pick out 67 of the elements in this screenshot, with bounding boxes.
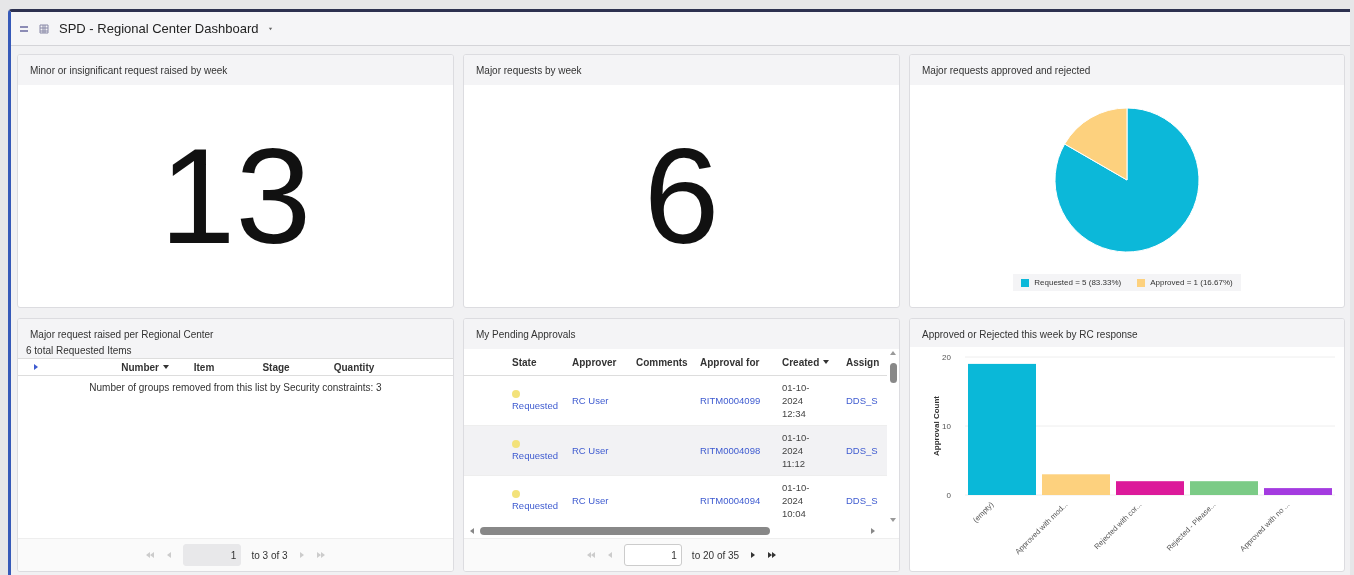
bar[interactable] bbox=[1042, 474, 1110, 495]
record-link[interactable]: RITM0004099 bbox=[700, 395, 782, 406]
first-page-icon[interactable] bbox=[145, 551, 156, 559]
bar[interactable] bbox=[1190, 481, 1258, 495]
score-value: 13 bbox=[159, 128, 312, 264]
scroll-thumb[interactable] bbox=[480, 527, 770, 535]
y-tick-label: 0 bbox=[946, 491, 951, 500]
score-value: 6 bbox=[643, 128, 720, 264]
previous-page-icon[interactable] bbox=[165, 551, 174, 559]
widget-title: Minor or insignificant request raised by week bbox=[30, 65, 228, 76]
info-message: Number of groups removed from this list by Security constraints: 3 bbox=[89, 382, 382, 393]
page-range: to 3 of 3 bbox=[251, 549, 288, 561]
column-header[interactable]: Number bbox=[121, 361, 170, 373]
column-header[interactable]: Quantity bbox=[333, 361, 375, 373]
menu-icon[interactable] bbox=[19, 24, 29, 33]
scroll-right-icon[interactable] bbox=[869, 527, 877, 535]
assignee-link[interactable]: DDS_S bbox=[846, 495, 884, 506]
dropdown-icon[interactable] bbox=[268, 26, 274, 31]
record-link[interactable]: RITM0004094 bbox=[700, 495, 782, 506]
pie-slice[interactable] bbox=[1064, 107, 1128, 180]
pie-slice[interactable] bbox=[1054, 107, 1200, 252]
column-header[interactable]: Item bbox=[193, 361, 215, 373]
state-link[interactable]: Requested bbox=[512, 450, 572, 461]
first-page-icon[interactable] bbox=[585, 551, 596, 559]
widget-title: My Pending Approvals bbox=[476, 329, 576, 340]
table-cell-text: 01-10-2024 11:12 bbox=[782, 431, 811, 470]
scroll-left-icon[interactable] bbox=[468, 527, 476, 535]
assignee-link[interactable]: DDS_S bbox=[846, 445, 884, 456]
approver-link[interactable]: RC User bbox=[572, 495, 636, 506]
table-cell-text: 01-10-2024 10:04 bbox=[782, 481, 811, 520]
dashboard-icon[interactable] bbox=[39, 23, 49, 34]
bar[interactable] bbox=[1116, 481, 1184, 495]
legend-label[interactable]: Approved = 1 (16.67%) bbox=[1150, 278, 1233, 287]
column-header[interactable]: State bbox=[512, 356, 537, 368]
page-field[interactable]: 1 bbox=[623, 544, 682, 566]
widget-title: Major requests approved and rejected bbox=[922, 65, 1091, 76]
state-link[interactable]: Requested bbox=[512, 400, 572, 411]
bar[interactable] bbox=[1264, 488, 1332, 495]
column-header[interactable]: Comments bbox=[636, 356, 688, 368]
widget-title: Major request raised per Regional Center bbox=[30, 329, 214, 340]
legend-label[interactable]: Requested = 5 (83.33%) bbox=[1034, 278, 1122, 287]
y-tick-label: 10 bbox=[942, 422, 951, 431]
dashboard-title: SPD - Regional Center Dashboard bbox=[59, 21, 259, 36]
table-cell-text: 01-10-2024 12:34 bbox=[782, 381, 811, 420]
y-tick-label: 20 bbox=[942, 353, 951, 362]
widget-title: Major requests by week bbox=[476, 65, 582, 76]
column-header[interactable]: Stage bbox=[262, 361, 290, 373]
widget-title: Approved or Rejected this week by RC response bbox=[922, 329, 1138, 340]
assignee-link[interactable]: DDS_S bbox=[846, 395, 884, 406]
record-link[interactable]: RITM0004098 bbox=[700, 445, 782, 456]
approver-link[interactable]: RC User bbox=[572, 445, 636, 456]
sort-icon bbox=[822, 358, 831, 366]
column-header[interactable]: Approver bbox=[572, 356, 617, 368]
page-field[interactable]: 1 bbox=[183, 544, 242, 566]
scroll-thumb[interactable] bbox=[889, 363, 897, 383]
column-header[interactable]: Assign bbox=[846, 356, 880, 368]
summary-text: 6 total Requested Items bbox=[18, 345, 453, 358]
expand-icon[interactable] bbox=[32, 362, 40, 371]
state-link[interactable]: Requested bbox=[512, 500, 572, 511]
last-page-icon[interactable] bbox=[767, 551, 778, 559]
sort-icon bbox=[162, 363, 170, 371]
column-header[interactable]: Approval for bbox=[700, 356, 760, 368]
column-header[interactable]: Created bbox=[782, 356, 831, 368]
scroll-down-icon[interactable] bbox=[889, 516, 897, 524]
page-range: to 20 of 35 bbox=[691, 549, 740, 561]
approver-link[interactable]: RC User bbox=[572, 395, 636, 406]
y-axis-title: Approval Count bbox=[932, 396, 941, 456]
